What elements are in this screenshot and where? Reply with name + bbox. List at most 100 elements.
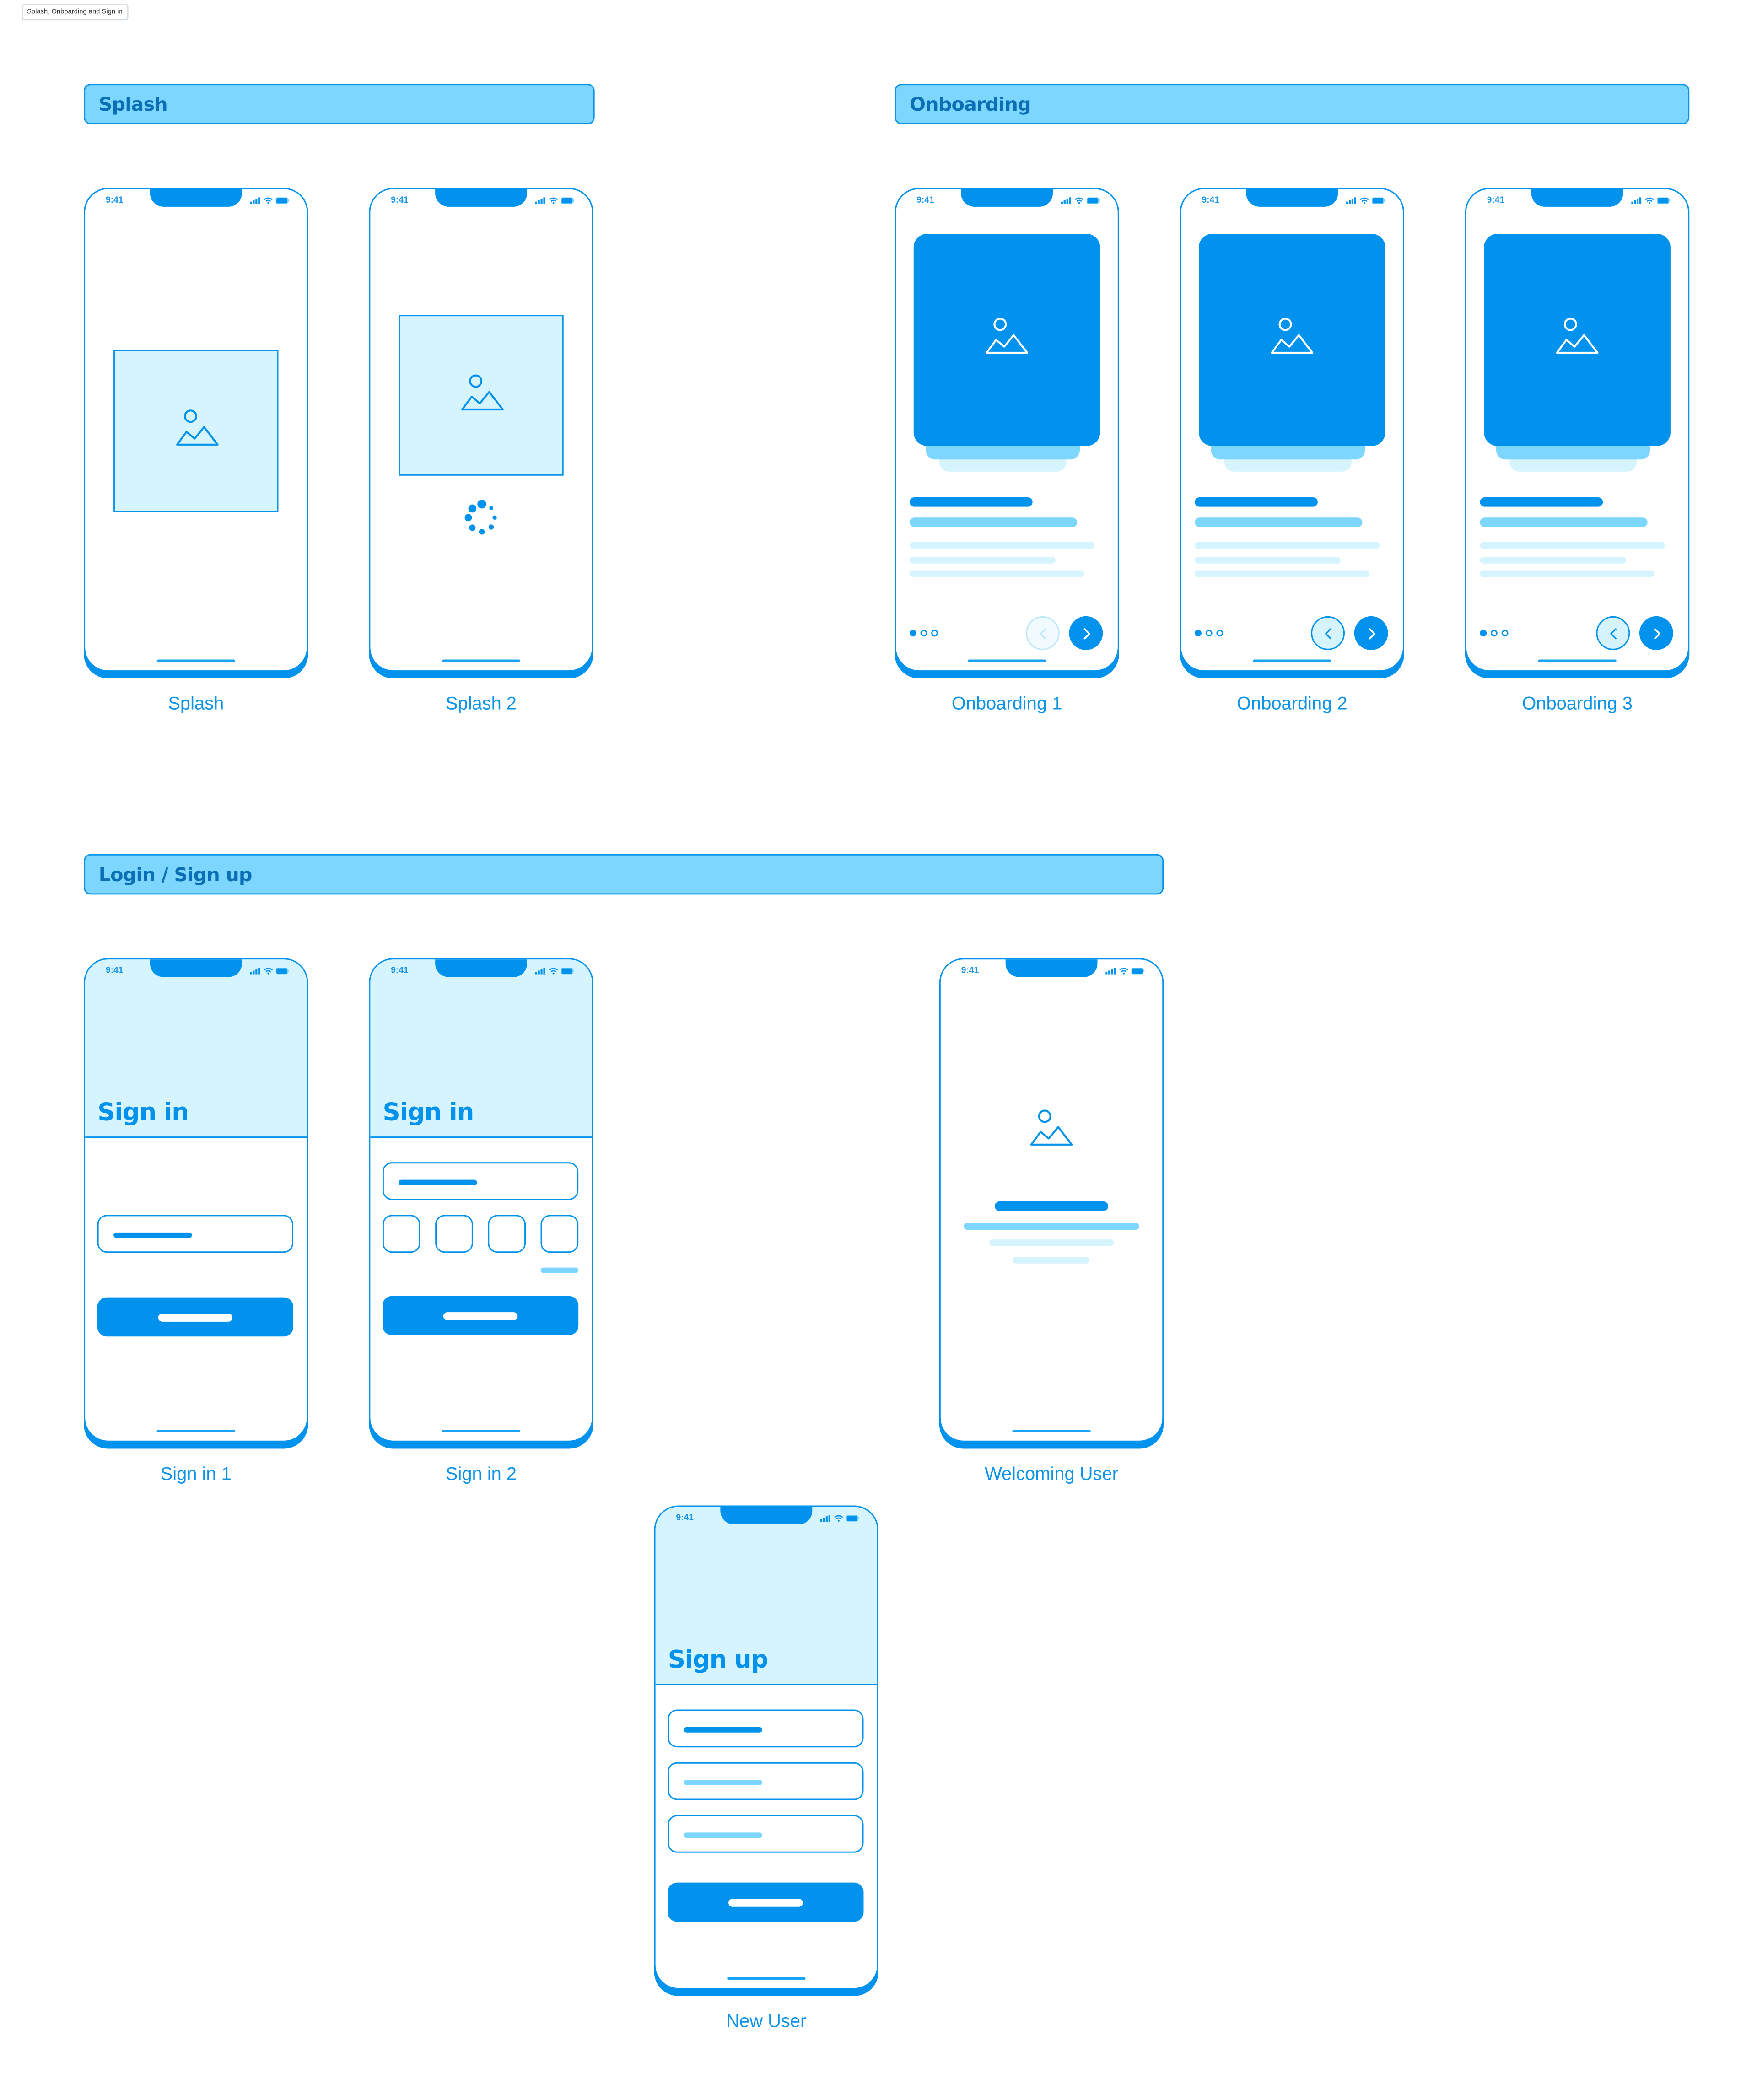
text-placeholder [910,542,1095,549]
phone-splash-1[interactable]: 9:41 [84,188,308,678]
caption-sign-in-2: Sign in 2 [445,1463,517,1484]
notch [961,189,1053,207]
phone-splash-2[interactable]: 9:41 [369,188,593,678]
button-label-placeholder [158,1314,233,1322]
status-icons [1346,196,1385,206]
home-indicator [1012,1430,1091,1433]
page-dot[interactable] [910,630,917,637]
phone-welcoming-user[interactable]: 9:41 [939,958,1164,1449]
home-indicator [1253,660,1332,662]
canvas: Splash, Onboarding and Sign in Splash On… [0,0,1757,2100]
back-button[interactable] [1311,616,1345,651]
title-placeholder [1195,497,1318,507]
page-indicator [910,630,938,637]
next-button[interactable] [1354,616,1389,651]
primary-button[interactable] [668,1883,864,1922]
phone-onboarding-2[interactable]: 9:41 [1180,188,1404,678]
home-indicator [727,1977,806,1980]
section-title: Onboarding [909,94,1031,117]
next-button[interactable] [1639,616,1674,651]
phone-onboarding-1[interactable]: 9:41 [895,188,1119,678]
input-field[interactable] [668,1815,864,1853]
wifi-icon [1074,198,1083,205]
otp-box[interactable] [488,1215,526,1253]
back-button[interactable] [1026,616,1060,651]
otp-box[interactable] [383,1215,421,1253]
page-dot[interactable] [1195,630,1202,637]
caption-splash-1: Splash [168,693,224,714]
phone-sign-in-1[interactable]: 9:41 Sign in [84,958,308,1449]
wifi-icon [549,198,558,205]
battery-icon [1086,197,1100,205]
signal-icon [249,968,260,975]
field-placeholder [684,1780,763,1786]
home-indicator [157,1430,236,1433]
frame-tag: Splash, Onboarding and Sign in [22,4,128,21]
title-placeholder [910,497,1033,507]
image-placeholder-icon [1030,1109,1073,1146]
status-time: 9:41 [391,196,409,206]
status-icons [249,967,289,976]
image-placeholder-icon [986,318,1029,354]
field-placeholder [684,1832,763,1838]
onboarding-image-card [1199,234,1386,447]
page-dot[interactable] [1216,630,1223,637]
caption-welcoming-user: Welcoming User [985,1463,1118,1484]
section-header-login: Login / Sign up [84,854,1164,895]
phone-onboarding-3[interactable]: 9:41 [1465,188,1690,678]
subtitle-placeholder [1480,517,1648,528]
home-indicator [157,660,236,662]
button-label-placeholder [728,1899,803,1907]
notch [1531,189,1624,207]
notch [150,959,243,978]
chevron-right-icon [1083,628,1090,639]
status-icons [249,196,289,206]
text-placeholder [1012,1257,1090,1264]
resend-link-placeholder[interactable] [541,1268,579,1273]
wifi-icon [263,968,273,975]
otp-box[interactable] [541,1215,579,1253]
status-time: 9:41 [1202,196,1219,206]
input-field[interactable] [383,1162,579,1201]
page-dot[interactable] [931,630,938,637]
wifi-icon [1644,198,1654,205]
status-icons [1631,196,1671,206]
page-dot[interactable] [921,630,927,637]
wifi-icon [834,1515,843,1522]
title-placeholder [1480,497,1603,507]
section-header-splash: Splash [84,84,595,124]
image-placeholder-icon [1556,318,1599,354]
image-placeholder-icon [1271,318,1314,354]
input-field[interactable] [668,1762,864,1801]
field-placeholder [684,1727,763,1733]
next-button[interactable] [1069,616,1103,651]
onboarding-image-card [1484,234,1671,447]
page-dot[interactable] [1502,630,1509,637]
page-indicator [1480,630,1509,637]
wifi-icon [1359,198,1369,205]
battery-icon [275,968,289,975]
text-placeholder [910,571,1084,577]
screen-title: Sign in [383,1098,474,1128]
input-field[interactable] [668,1710,864,1748]
text-placeholder [989,1239,1114,1246]
page-dot[interactable] [1206,630,1213,637]
page-dot[interactable] [1491,630,1498,637]
signal-icon [535,968,545,975]
phone-new-user[interactable]: 9:41 Sign up [654,1505,878,1996]
primary-button[interactable] [97,1298,294,1337]
phone-sign-in-2[interactable]: 9:41 Sign in [369,958,593,1449]
home-indicator [442,660,521,662]
signal-icon [1346,197,1356,205]
back-button[interactable] [1596,616,1630,651]
page-dot[interactable] [1480,630,1487,637]
input-field[interactable] [97,1215,294,1253]
otp-box[interactable] [435,1215,474,1253]
onboarding-image-card [914,234,1100,447]
home-indicator [1538,660,1617,662]
section-title: Login / Sign up [98,865,253,887]
status-time: 9:41 [961,966,979,976]
field-placeholder [113,1233,192,1238]
chevron-right-icon [1654,628,1660,639]
primary-button[interactable] [383,1296,579,1335]
